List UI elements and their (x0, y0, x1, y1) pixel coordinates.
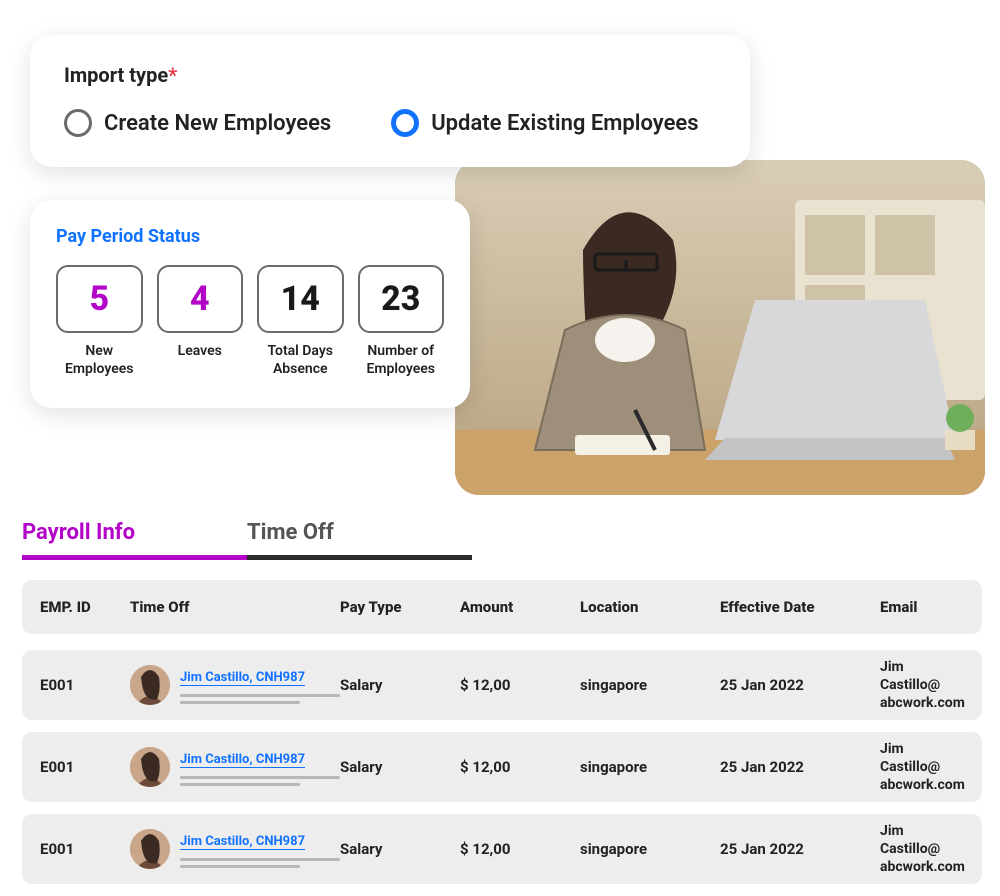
table-row[interactable]: E001 Jim Castillo, CNH987 Salary $ 12,00… (22, 650, 982, 720)
table-row[interactable]: E001 Jim Castillo, CNH987 Salary $ 12,00… (22, 732, 982, 802)
th-emp-id: EMP. ID (40, 598, 130, 616)
radio-label: Create New Employees (104, 111, 331, 136)
stat-box: 5 (56, 265, 143, 333)
cell-effective-date: 25 Jan 2022 (720, 840, 880, 858)
radio-label: Update Existing Employees (431, 111, 698, 136)
cell-employee: Jim Castillo, CNH987 (130, 747, 340, 787)
stat-box: 14 (257, 265, 344, 333)
import-type-radio-group: Create New Employees Update Existing Emp… (64, 109, 716, 137)
stat-label: Leaves (157, 343, 244, 361)
cell-pay-type: Salary (340, 840, 460, 858)
pay-period-title: Pay Period Status (56, 226, 444, 247)
cell-effective-date: 25 Jan 2022 (720, 676, 880, 694)
pay-period-card: Pay Period Status 5 New Employees 4 Leav… (30, 200, 470, 408)
tab-time-off[interactable]: Time Off (247, 520, 472, 560)
cell-emp-id: E001 (40, 758, 130, 776)
import-type-label-text: Import type (64, 63, 168, 87)
cell-amount: $ 12,00 (460, 676, 580, 694)
stat-value: 14 (281, 279, 320, 319)
stat-value: 5 (89, 279, 109, 319)
radio-icon (391, 109, 419, 137)
import-type-card: Import type* Create New Employees Update… (30, 35, 750, 167)
placeholder-bar (180, 694, 340, 697)
tab-payroll-info[interactable]: Payroll Info (22, 520, 247, 560)
placeholder-bar (180, 783, 300, 786)
cell-emp-id: E001 (40, 676, 130, 694)
cell-employee: Jim Castillo, CNH987 (130, 829, 340, 869)
employee-name-link[interactable]: Jim Castillo, CNH987 (180, 834, 305, 850)
cell-location: singapore (580, 840, 720, 858)
cell-pay-type: Salary (340, 758, 460, 776)
stat-value: 4 (190, 279, 210, 319)
employee-lines: Jim Castillo, CNH987 (180, 831, 340, 868)
placeholder-bar (180, 865, 300, 868)
stat-box: 23 (358, 265, 445, 333)
cell-pay-type: Salary (340, 676, 460, 694)
stat-label: Number of Employees (358, 343, 445, 378)
avatar (130, 829, 170, 869)
employee-lines: Jim Castillo, CNH987 (180, 749, 340, 786)
table-header-row: EMP. ID Time Off Pay Type Amount Locatio… (22, 580, 982, 634)
th-effective-date: Effective Date (720, 598, 880, 616)
hero-image (455, 160, 985, 495)
avatar (130, 665, 170, 705)
stat-value: 23 (381, 279, 420, 319)
th-time-off: Time Off (130, 598, 340, 616)
employee-name-link[interactable]: Jim Castillo, CNH987 (180, 670, 305, 686)
radio-create-new-employees[interactable]: Create New Employees (64, 109, 331, 137)
employee-name-link[interactable]: Jim Castillo, CNH987 (180, 752, 305, 768)
avatar (130, 747, 170, 787)
cell-employee: Jim Castillo, CNH987 (130, 665, 340, 705)
stat-label: Total Days Absence (257, 343, 344, 378)
import-type-label: Import type* (64, 63, 716, 87)
stat-label: New Employees (56, 343, 143, 378)
stat-number-of-employees: 23 Number of Employees (358, 265, 445, 378)
tab-bar: Payroll Info Time Off (22, 520, 472, 560)
th-email: Email (880, 598, 964, 616)
stat-total-days-absence: 14 Total Days Absence (257, 265, 344, 378)
cell-amount: $ 12,00 (460, 758, 580, 776)
cell-emp-id: E001 (40, 840, 130, 858)
table-row[interactable]: E001 Jim Castillo, CNH987 Salary $ 12,00… (22, 814, 982, 884)
placeholder-bar (180, 776, 340, 779)
stat-new-employees: 5 New Employees (56, 265, 143, 378)
th-amount: Amount (460, 598, 580, 616)
required-asterisk: * (168, 63, 177, 87)
cell-amount: $ 12,00 (460, 840, 580, 858)
placeholder-bar (180, 858, 340, 861)
radio-update-existing-employees[interactable]: Update Existing Employees (391, 109, 698, 137)
stat-leaves: 4 Leaves (157, 265, 244, 378)
th-location: Location (580, 598, 720, 616)
cell-effective-date: 25 Jan 2022 (720, 758, 880, 776)
cell-email: Jim Castillo@ abcwork.com (880, 822, 965, 877)
placeholder-bar (180, 701, 300, 704)
cell-location: singapore (580, 758, 720, 776)
employee-lines: Jim Castillo, CNH987 (180, 667, 340, 704)
payroll-table: EMP. ID Time Off Pay Type Amount Locatio… (22, 580, 982, 896)
radio-icon (64, 109, 92, 137)
stat-box: 4 (157, 265, 244, 333)
cell-location: singapore (580, 676, 720, 694)
cell-email: Jim Castillo@ abcwork.com (880, 740, 965, 795)
th-pay-type: Pay Type (340, 598, 460, 616)
pay-period-stats: 5 New Employees 4 Leaves 14 Total Days A… (56, 265, 444, 378)
cell-email: Jim Castillo@ abcwork.com (880, 658, 965, 713)
